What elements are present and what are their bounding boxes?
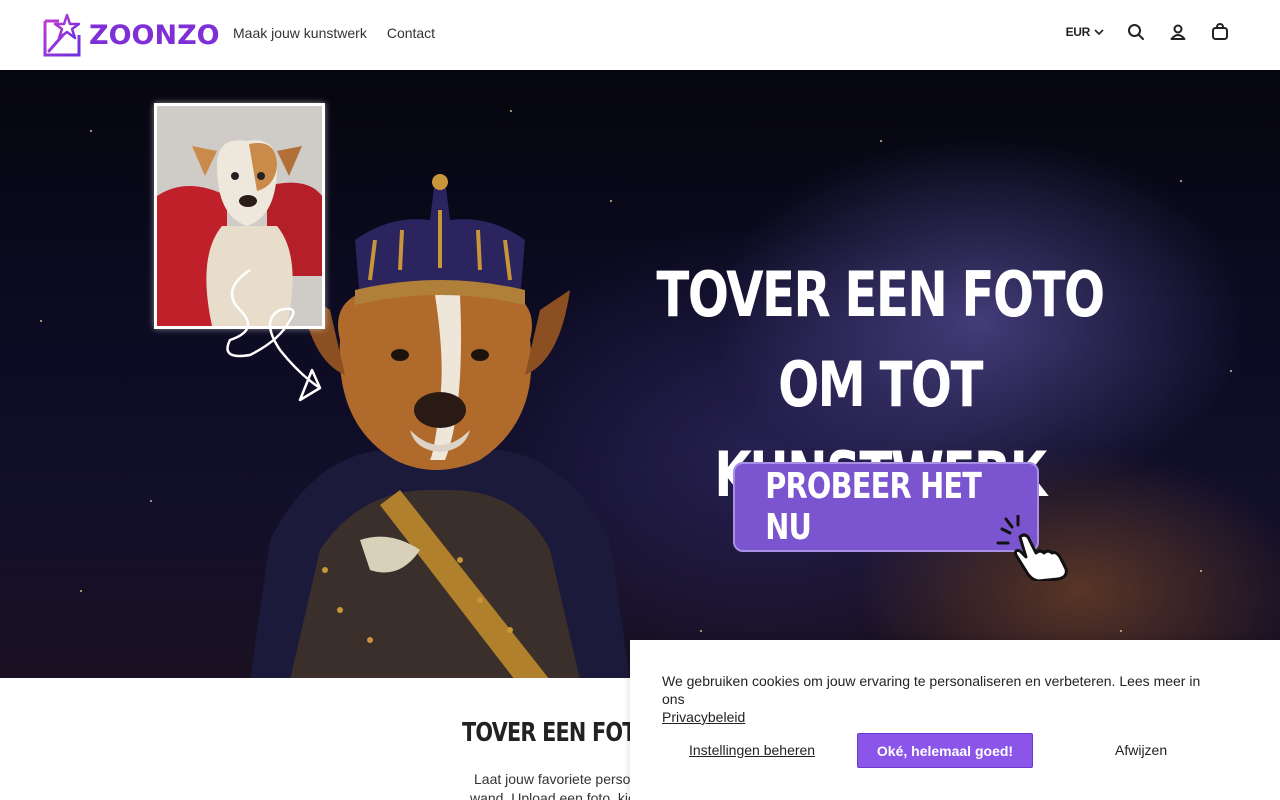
try-now-label: PROBEER HET NU <box>765 466 982 548</box>
currency-label: EUR <box>1065 25 1091 39</box>
manage-settings-link[interactable]: Instellingen beheren <box>689 742 815 758</box>
section-text-line1: Laat jouw favoriete persoo <box>474 771 639 787</box>
arrow-icon <box>226 268 322 402</box>
nav-item-contact[interactable]: Contact <box>387 25 435 41</box>
chevron-down-icon <box>1094 29 1104 36</box>
logo-icon <box>43 13 81 57</box>
account-icon[interactable] <box>1168 22 1188 42</box>
hero-banner: TOVER EEN FOTO OM TOT KUNSTWERK PROBEER … <box>0 70 1280 678</box>
header-actions: EUR <box>1066 22 1230 42</box>
logo-text: ZOONZO <box>89 19 220 51</box>
search-icon[interactable] <box>1126 22 1146 42</box>
site-header: ZOONZO Maak jouw kunstwerk Contact EUR <box>0 0 1280 70</box>
main-nav: Maak jouw kunstwerk Contact <box>233 25 435 41</box>
cookie-message: We gebruiken cookies om jouw ervaring te… <box>662 672 1222 726</box>
cart-icon[interactable] <box>1210 22 1230 42</box>
cookie-text: We gebruiken cookies om jouw ervaring te… <box>662 673 1201 707</box>
currency-selector[interactable]: EUR <box>1066 25 1104 39</box>
privacy-policy-link[interactable]: Privacybeleid <box>662 709 745 725</box>
section-text-line2: wand. Upload een foto, kies <box>470 790 643 800</box>
hero-title-line1: TOVER EEN FOTO <box>656 258 1105 331</box>
accept-cookies-button[interactable]: Oké, helemaal goed! <box>857 733 1033 768</box>
logo[interactable]: ZOONZO <box>41 13 220 57</box>
reject-cookies-button[interactable]: Afwijzen <box>1115 742 1167 758</box>
pointer-hand-icon <box>996 515 1068 581</box>
nav-item-create-artwork[interactable]: Maak jouw kunstwerk <box>233 25 367 41</box>
cookie-banner: We gebruiken cookies om jouw ervaring te… <box>630 640 1280 800</box>
try-now-button[interactable]: PROBEER HET NU <box>733 462 1039 552</box>
